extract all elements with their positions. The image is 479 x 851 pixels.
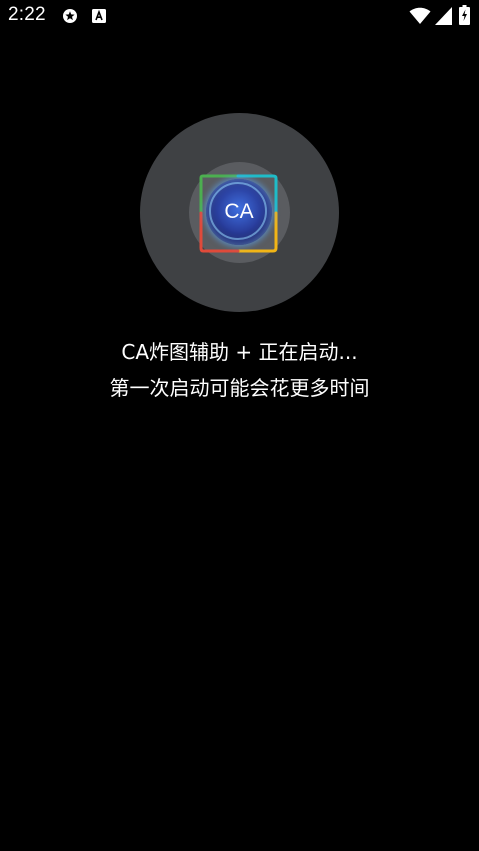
- logo-orb: CA: [206, 179, 272, 245]
- signal-icon: [435, 7, 452, 25]
- loading-subtitle: 第一次启动可能会花更多时间: [109, 376, 370, 400]
- battery-charging-icon: [459, 5, 470, 25]
- wifi-icon: [409, 7, 431, 25]
- loading-title: CA炸图辅助 + 正在启动...: [121, 340, 358, 364]
- logo-text: CA: [224, 200, 254, 223]
- status-time: 2:22: [8, 4, 46, 25]
- app-icon-circle: CA: [140, 113, 339, 312]
- text-a-icon: [91, 8, 107, 24]
- app-logo: CA: [198, 173, 279, 254]
- splash-screen: 2:22 CA CA炸图辅助 + 正在启动... 第一次启动可能会花更多时间: [0, 0, 479, 851]
- settings-gear-icon: [62, 8, 78, 24]
- status-bar: 2:22: [0, 0, 479, 32]
